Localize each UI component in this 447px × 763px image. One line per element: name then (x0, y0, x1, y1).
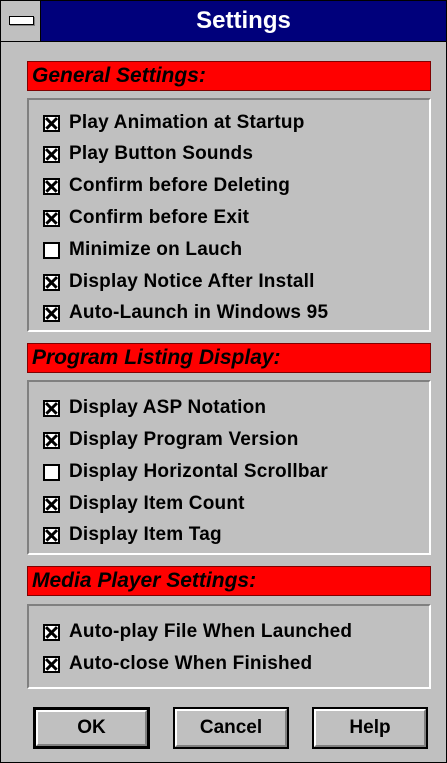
section-title: General Settings: (32, 64, 206, 87)
checkbox-play-button-sounds[interactable]: Play Button Sounds (43, 139, 253, 169)
checkbox-checked-icon[interactable] (43, 209, 60, 227)
checkbox-checked-icon[interactable] (43, 273, 60, 291)
cancel-button[interactable]: Cancel (173, 707, 289, 749)
checkbox-label: Auto-close When Finished (69, 653, 313, 674)
general-settings-header: General Settings: (27, 61, 431, 91)
checkbox-display-item-tag[interactable]: Display Item Tag (43, 520, 222, 550)
checkbox-checked-icon[interactable] (43, 526, 60, 544)
general-settings-group: Play Animation at Startup Play Button So… (27, 98, 431, 332)
checkbox-label: Confirm before Deleting (69, 175, 291, 196)
checkbox-confirm-exit[interactable]: Confirm before Exit (43, 203, 249, 233)
system-menu-button[interactable] (1, 1, 41, 41)
checkbox-unchecked-icon[interactable] (43, 463, 60, 481)
checkbox-display-asp-notation[interactable]: Display ASP Notation (43, 393, 266, 423)
media-player-header: Media Player Settings: (27, 566, 431, 596)
checkbox-label: Play Button Sounds (69, 143, 254, 164)
checkbox-checked-icon[interactable] (43, 177, 60, 195)
checkbox-checked-icon[interactable] (43, 145, 60, 163)
cancel-button-label: Cancel (199, 717, 263, 738)
checkbox-label: Auto-Launch in Windows 95 (69, 302, 329, 323)
checkbox-checked-icon[interactable] (43, 655, 60, 673)
checkbox-auto-close[interactable]: Auto-close When Finished (43, 649, 312, 679)
window-title: Settings (196, 7, 291, 34)
checkbox-label: Auto-play File When Launched (69, 621, 353, 642)
section-title: Program Listing Display: (32, 346, 281, 369)
checkbox-auto-launch[interactable]: Auto-Launch in Windows 95 (43, 298, 328, 328)
checkbox-checked-icon[interactable] (43, 431, 60, 449)
checkbox-confirm-deleting[interactable]: Confirm before Deleting (43, 171, 290, 201)
settings-window: Settings General Settings: Play Animatio… (0, 0, 447, 763)
title-bar[interactable]: Settings (1, 1, 446, 42)
checkbox-display-horizontal-scrollbar[interactable]: Display Horizontal Scrollbar (43, 457, 328, 487)
checkbox-display-notice[interactable]: Display Notice After Install (43, 267, 315, 297)
checkbox-auto-play-file[interactable]: Auto-play File When Launched (43, 617, 352, 647)
checkbox-minimize-on-launch[interactable]: Minimize on Lauch (43, 235, 242, 265)
checkbox-label: Display Program Version (69, 429, 299, 450)
checkbox-label: Play Animation at Startup (69, 112, 305, 133)
checkbox-display-item-count[interactable]: Display Item Count (43, 489, 245, 519)
checkbox-label: Confirm before Exit (69, 207, 250, 228)
ok-button[interactable]: OK (33, 707, 150, 749)
program-listing-group: Display ASP Notation Display Program Ver… (27, 380, 431, 555)
program-listing-header: Program Listing Display: (27, 343, 431, 373)
checkbox-checked-icon[interactable] (43, 304, 60, 322)
checkbox-label: Display Item Tag (69, 524, 222, 545)
checkbox-label: Display ASP Notation (69, 397, 267, 418)
system-menu-icon (9, 16, 34, 25)
checkbox-checked-icon[interactable] (43, 495, 60, 513)
help-button-label: Help (349, 717, 391, 738)
help-button[interactable]: Help (312, 707, 428, 749)
checkbox-label: Display Notice After Install (69, 271, 315, 292)
checkbox-play-animation[interactable]: Play Animation at Startup (43, 108, 305, 138)
checkbox-label: Display Item Count (69, 493, 245, 514)
checkbox-checked-icon[interactable] (43, 399, 60, 417)
media-player-group: Auto-play File When Launched Auto-close … (27, 604, 431, 689)
checkbox-checked-icon[interactable] (43, 114, 60, 132)
checkbox-label: Display Horizontal Scrollbar (69, 461, 328, 482)
section-title: Media Player Settings: (32, 569, 257, 592)
checkbox-display-program-version[interactable]: Display Program Version (43, 425, 299, 455)
checkbox-label: Minimize on Lauch (69, 239, 243, 260)
checkbox-unchecked-icon[interactable] (43, 241, 60, 259)
checkbox-checked-icon[interactable] (43, 623, 60, 641)
ok-button-label: OK (77, 717, 106, 738)
